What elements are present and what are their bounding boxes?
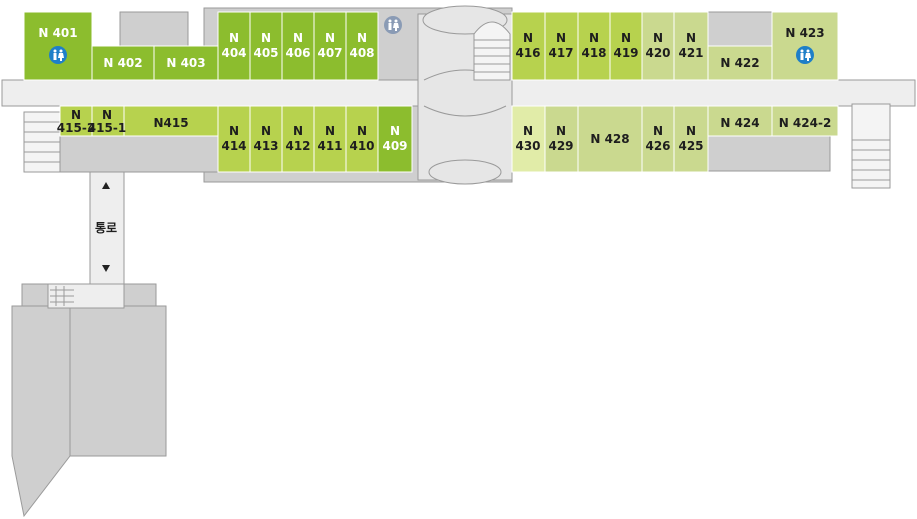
label-n414-b: 414	[221, 139, 246, 153]
label-n417-a: N	[556, 31, 566, 45]
floor-plan: N 401 N 402 N 403 N 404 N 405 N 406 N 40…	[1, 5, 916, 518]
label-n409-b: 409	[382, 139, 407, 153]
label-n415-1-a: N	[102, 108, 112, 122]
label-n414-a: N	[229, 124, 239, 138]
label-n424: N 424	[720, 116, 759, 130]
label-n415: N415	[153, 116, 188, 130]
label-n429-b: 429	[548, 139, 573, 153]
restroom-icon	[796, 46, 814, 64]
label-n425-b: 425	[678, 139, 703, 153]
label-n421-b: 421	[678, 46, 703, 60]
label-n405-b: 405	[253, 46, 278, 60]
label-n418-a: N	[589, 31, 599, 45]
label-n422: N 422	[720, 56, 759, 70]
label-n411-b: 411	[317, 139, 342, 153]
label-n403: N 403	[166, 56, 205, 70]
label-n416-b: 416	[515, 46, 540, 60]
left-end-gray	[57, 135, 223, 173]
label-n415-1-b: 415-1	[88, 121, 126, 135]
stairs-left	[23, 111, 61, 173]
label-n430-a: N	[523, 124, 533, 138]
label-n419-b: 419	[613, 46, 638, 60]
stairs-spiral	[473, 21, 511, 81]
label-n423: N 423	[785, 26, 824, 40]
label-n404-a: N	[229, 31, 239, 45]
label-n413-a: N	[261, 124, 271, 138]
south-wing-top-left	[21, 283, 51, 309]
label-n424-2: N 424-2	[779, 116, 832, 130]
label-n420-b: 420	[645, 46, 670, 60]
label-n425-a: N	[686, 124, 696, 138]
label-n412-b: 412	[285, 139, 310, 153]
label-n418-b: 418	[581, 46, 606, 60]
label-n408-a: N	[357, 31, 367, 45]
label-n426-a: N	[653, 124, 663, 138]
corridor-label: 통로	[95, 220, 117, 235]
south-wing	[11, 305, 167, 518]
south-wing-top-right	[121, 283, 157, 309]
label-n428: N 428	[590, 132, 629, 146]
label-n416-a: N	[523, 31, 533, 45]
label-n411-a: N	[325, 124, 335, 138]
label-n401: N 401	[38, 26, 77, 40]
label-n406-b: 406	[285, 46, 310, 60]
label-n430-b: 430	[515, 139, 540, 153]
label-n410-a: N	[357, 124, 367, 138]
lower-right-gray	[707, 135, 831, 172]
restroom-icon	[49, 46, 67, 64]
label-n421-a: N	[686, 31, 696, 45]
label-n417-b: 417	[548, 46, 573, 60]
label-n415-2-a: N	[71, 108, 81, 122]
label-n419-a: N	[621, 31, 631, 45]
stairs-right	[851, 103, 891, 189]
label-n412-a: N	[293, 124, 303, 138]
label-n408-b: 408	[349, 46, 374, 60]
label-n407-a: N	[325, 31, 335, 45]
label-n409-a: N	[390, 124, 400, 138]
label-n404-b: 404	[221, 46, 246, 60]
label-n410-b: 410	[349, 139, 374, 153]
label-n406-a: N	[293, 31, 303, 45]
label-n429-a: N	[556, 124, 566, 138]
top-gray-block-left	[119, 11, 189, 47]
label-n407-b: 407	[317, 46, 342, 60]
label-n405-a: N	[261, 31, 271, 45]
label-n413-b: 413	[253, 139, 278, 153]
top-gray-block-right	[707, 11, 773, 47]
label-n426-b: 426	[645, 139, 670, 153]
label-n402: N 402	[103, 56, 142, 70]
label-n420-a: N	[653, 31, 663, 45]
atrium-bottom-curve	[428, 159, 502, 185]
restroom-icon	[384, 16, 402, 34]
